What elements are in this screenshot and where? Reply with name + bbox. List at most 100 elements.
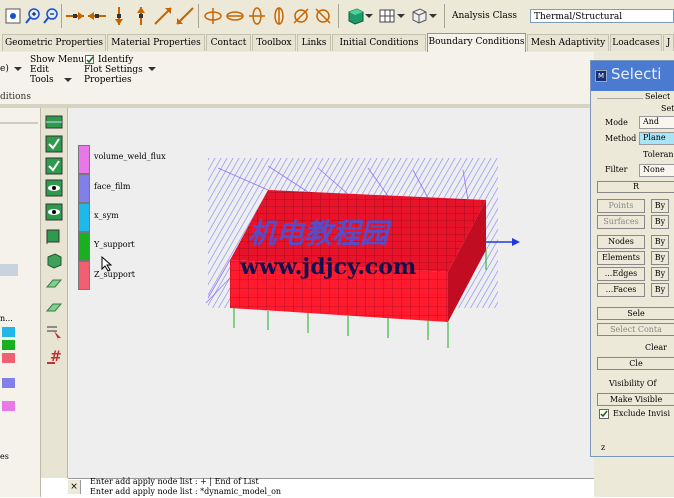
exclude-invisible-checkbox[interactable] — [599, 409, 609, 419]
make-visible-button[interactable]: Make Visible — [597, 393, 674, 406]
select-grid-icon[interactable] — [44, 112, 64, 132]
tab-material-properties[interactable]: Material Properties — [107, 34, 205, 51]
eye-alt-icon[interactable] — [44, 202, 64, 222]
solid-view-icon[interactable] — [344, 5, 366, 27]
show-menu-button[interactable]: Show Menu — [30, 55, 84, 65]
tab-overflow[interactable]: J — [663, 34, 674, 51]
rotate-z-icon[interactable] — [290, 5, 312, 27]
pointer-tool-icon[interactable] — [44, 322, 64, 342]
watermark-chinese: 机电教程园 — [248, 217, 389, 250]
properties-button[interactable]: Properties — [84, 75, 132, 85]
edges-button[interactable]: ...Edges — [597, 267, 645, 281]
eye-icon[interactable] — [44, 178, 64, 198]
wireframe-view-icon[interactable] — [408, 5, 430, 27]
command-console: × Enter add apply node list : + | End of… — [68, 477, 594, 498]
console-line: Enter add apply node list : *dynamic_mod… — [90, 487, 282, 496]
console-close-button[interactable]: × — [68, 480, 81, 494]
select-heading: Select — [645, 92, 671, 101]
arrow-right-icon[interactable] — [64, 5, 86, 27]
plane-alt-icon[interactable] — [44, 298, 64, 318]
selection-titlebar[interactable]: M Selecti — [591, 61, 674, 91]
edges-by-button[interactable]: By — [651, 267, 669, 281]
analysis-class-label: Analysis Class — [452, 11, 517, 21]
tab-contact[interactable]: Contact — [206, 34, 251, 51]
visibility-heading: Visibility Of — [609, 379, 657, 388]
node-tool-icon[interactable] — [2, 5, 24, 27]
tolerance-label: Toleran — [643, 150, 674, 159]
faces-by-button[interactable]: By — [651, 283, 669, 297]
nodes-by-button[interactable]: By — [651, 235, 669, 249]
surfaces-by-button[interactable]: By — [651, 215, 669, 229]
set-heading: Set — [661, 104, 674, 113]
rotate-x2-icon[interactable] — [224, 5, 246, 27]
chevron-down-icon[interactable] — [148, 65, 156, 76]
elements-by-button[interactable]: By — [651, 251, 669, 265]
chevron-down-icon[interactable] — [14, 65, 22, 76]
arrow-up-icon[interactable] — [130, 5, 152, 27]
rotate-y2-icon[interactable] — [268, 5, 290, 27]
graphics-viewport[interactable]: volume_weld_flux face_film x_sym Y_suppo… — [68, 108, 594, 478]
plane-icon[interactable] — [44, 274, 64, 294]
select-button[interactable]: Sele — [597, 307, 674, 320]
diagonal-arrow-icon[interactable] — [152, 5, 174, 27]
panel-bottom-mark: z — [601, 443, 606, 452]
tree-color-swatch — [2, 378, 15, 388]
tree-color-swatch — [2, 353, 15, 363]
diagonal-arrow-2-icon[interactable] — [174, 5, 196, 27]
mode-label: Mode — [605, 118, 628, 127]
surfaces-button[interactable]: Surfaces — [597, 215, 645, 229]
numbering-icon[interactable]: # — [44, 346, 64, 366]
edit-button[interactable]: Edit — [30, 65, 49, 75]
chevron-down-icon[interactable] — [364, 5, 374, 27]
filter-label: Filter — [605, 165, 628, 174]
check-grid-icon[interactable] — [44, 156, 64, 176]
app-logo-icon: M — [595, 70, 607, 82]
tree-color-swatch — [2, 340, 15, 350]
tab-loadcases[interactable]: Loadcases — [610, 34, 662, 51]
tab-geometric-properties[interactable]: Geometric Properties — [2, 34, 106, 51]
rotate-z2-icon[interactable] — [312, 5, 334, 27]
tree-item-selected[interactable] — [0, 264, 18, 276]
rotate-x-icon[interactable] — [202, 5, 224, 27]
check-icon[interactable] — [44, 134, 64, 154]
side-icon-toolbar: # — [41, 108, 68, 478]
tab-mesh-adaptivity[interactable]: Mesh Adaptivity — [527, 34, 609, 51]
rotate-y-icon[interactable] — [246, 5, 268, 27]
select-contact-button[interactable]: Select Conta — [597, 323, 674, 336]
faces-button[interactable]: ...Faces — [597, 283, 645, 297]
clear-heading: Clear — [645, 343, 668, 352]
selection-dialog: M Selecti Select Set Mode And Method Pla… — [590, 60, 674, 457]
mode-dropdown[interactable]: And — [639, 116, 674, 129]
tab-links[interactable]: Links — [297, 34, 331, 51]
filter-dropdown[interactable]: None — [639, 164, 674, 177]
tab-boundary-conditions[interactable]: Boundary Conditions — [427, 33, 526, 52]
identify-checkbox[interactable] — [85, 55, 94, 64]
reset-button[interactable]: R — [597, 181, 674, 193]
cube-icon[interactable] — [44, 250, 64, 270]
ribbon-panel: e) Show Menu Edit Tools Identify Flot Se… — [0, 52, 161, 104]
ribbon-empty-area — [160, 52, 594, 104]
tools-button[interactable]: Tools — [30, 75, 54, 85]
tree-color-swatch — [2, 401, 15, 411]
flag-icon[interactable] — [44, 226, 64, 246]
selection-title: Selecti — [611, 65, 662, 83]
chevron-down-icon[interactable] — [64, 76, 72, 87]
tab-initial-conditions[interactable]: Initial Conditions — [332, 34, 426, 51]
tab-toolbox[interactable]: Toolbox — [252, 34, 296, 51]
zoom-out-icon[interactable] — [40, 5, 62, 27]
arrow-down-icon[interactable] — [108, 5, 130, 27]
flot-settings-button[interactable]: Flot Settings — [84, 65, 143, 75]
arrow-left-icon[interactable] — [86, 5, 108, 27]
model-tree-panel: n... es — [0, 108, 41, 497]
elements-button[interactable]: Elements — [597, 251, 645, 265]
points-by-button[interactable]: By — [651, 199, 669, 213]
points-button[interactable]: Points — [597, 199, 645, 213]
clear-button[interactable]: Cle — [597, 357, 674, 370]
exclude-invisible-label: Exclude Invisi — [613, 409, 670, 418]
chevron-down-icon[interactable] — [428, 5, 438, 27]
mesh-view-icon[interactable] — [376, 5, 398, 27]
chevron-down-icon[interactable] — [396, 5, 406, 27]
analysis-class-dropdown[interactable]: Thermal/Structural — [530, 9, 674, 23]
method-dropdown[interactable]: Plane — [639, 132, 674, 145]
nodes-button[interactable]: Nodes — [597, 235, 645, 249]
